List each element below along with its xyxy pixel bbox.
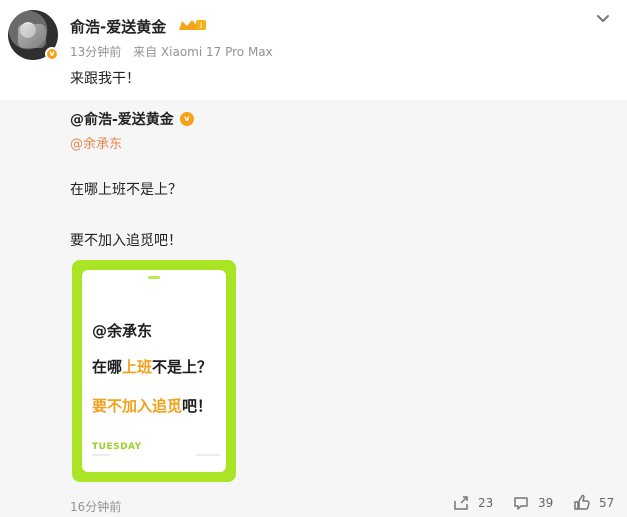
- poster-line1-part2: 不是上？: [152, 358, 213, 376]
- weibo-post-header: v 俞浩-爱送黄金 I 13分钟前 来自 Xiaomi 17 Pro Max 来…: [0, 0, 627, 100]
- repost-mention-link[interactable]: @余承东: [70, 133, 122, 152]
- poster-day-label: TUESDAY: [92, 442, 142, 452]
- comment-button[interactable]: 39: [512, 494, 553, 512]
- poster-line2-highlight: 要不加入追觅: [92, 397, 183, 415]
- like-button[interactable]: 57: [573, 494, 614, 512]
- comment-icon: [512, 494, 530, 512]
- poster-footer-right: [196, 454, 220, 456]
- poster-line-1: 在哪上班不是上？: [92, 356, 212, 377]
- poster-hole: [148, 276, 160, 279]
- repost-line-1: 在哪上班不是上？: [70, 182, 182, 198]
- share-button[interactable]: 23: [452, 494, 493, 512]
- level-badge: I: [200, 21, 202, 30]
- like-icon: [573, 494, 591, 512]
- poster-line1-part1: 在哪: [92, 358, 123, 376]
- verified-badge-icon: v: [45, 47, 59, 61]
- poster-footer-left: [92, 454, 110, 456]
- comment-count: 39: [538, 496, 554, 510]
- poster-line1-highlight: 上班: [122, 358, 153, 376]
- repost-author[interactable]: @俞浩-爱送黄金 v: [70, 109, 194, 129]
- repost-line-2: 要不加入追觅吧！: [70, 233, 182, 249]
- like-count: 57: [599, 496, 615, 510]
- poster-line2-part2: 吧！: [182, 397, 213, 415]
- repost-time[interactable]: 16分钟前: [70, 498, 121, 515]
- post-time[interactable]: 13分钟前: [70, 45, 121, 59]
- poster-card: @余承东 在哪上班不是上？ 要不加入追觅吧！ TUESDAY: [82, 270, 226, 472]
- crown-icon: I: [176, 16, 208, 34]
- repost-verified-badge-icon: v: [179, 112, 194, 126]
- chevron-down-icon[interactable]: [594, 10, 612, 28]
- share-count: 23: [478, 496, 494, 510]
- poster-mention: @余承东: [92, 322, 153, 340]
- repost-card: @俞浩-爱送黄金 v @余承东 在哪上班不是上？ 要不加入追觅吧！ @余承东 在…: [0, 100, 627, 517]
- poster-line-2: 要不加入追觅吧！: [92, 395, 212, 416]
- post-meta: 13分钟前 来自 Xiaomi 17 Pro Max: [70, 43, 281, 60]
- poster-image[interactable]: @余承东 在哪上班不是上？ 要不加入追觅吧！ TUESDAY: [72, 260, 236, 482]
- repost-author-name[interactable]: @俞浩-爱送黄金: [70, 109, 174, 129]
- post-source: 来自 Xiaomi 17 Pro Max: [133, 45, 273, 59]
- post-text: 来跟我干！: [70, 71, 140, 87]
- username[interactable]: 俞浩-爱送黄金: [70, 16, 166, 37]
- share-icon: [452, 494, 470, 512]
